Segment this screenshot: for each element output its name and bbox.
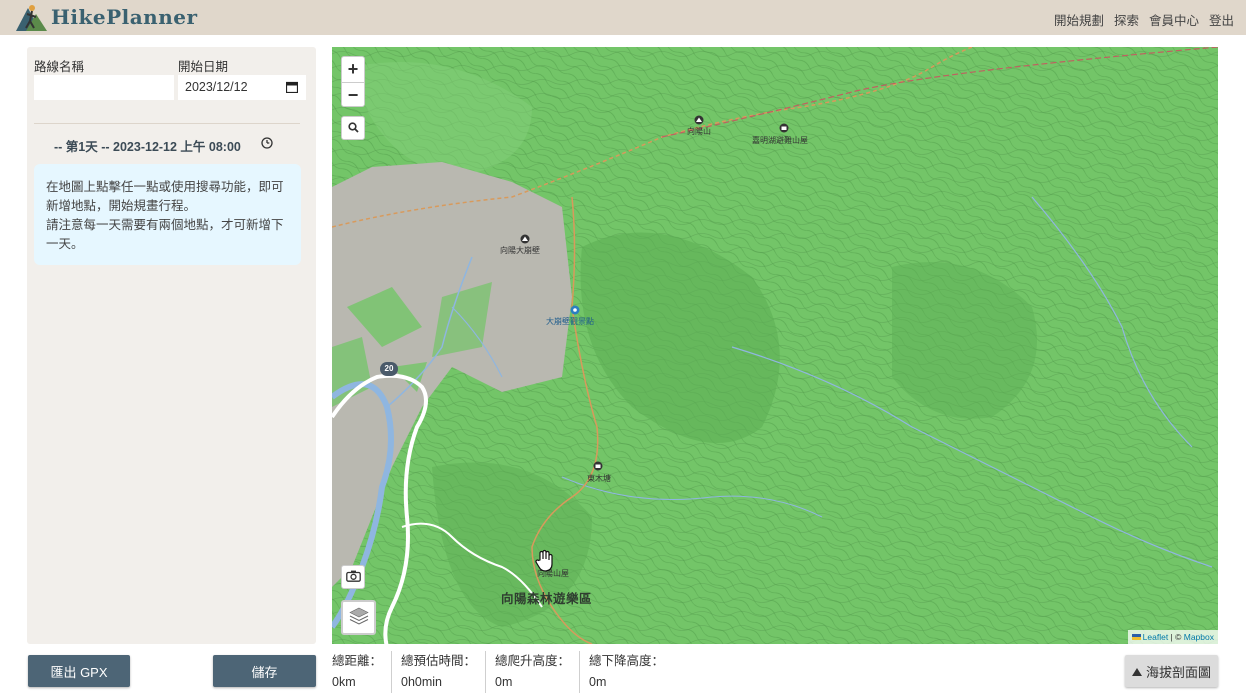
stat-value: 0km bbox=[332, 675, 356, 689]
layers-button[interactable] bbox=[341, 600, 376, 635]
stat-value: 0m bbox=[589, 675, 607, 689]
app-title[interactable]: HikePlanner bbox=[51, 5, 198, 29]
poi-label: 東木塘 bbox=[587, 474, 611, 483]
mapbox-link[interactable]: Mapbox bbox=[1184, 632, 1214, 642]
stat-value: 0h0min bbox=[401, 675, 443, 689]
stat-time: 總預估時間： 0h0min bbox=[391, 651, 485, 693]
map-view[interactable]: + − 向陽山 嘉明湖避難山屋 向陽大崩壁 大崩壁觀景點 東木塘 向陽山屋 向陽… bbox=[332, 47, 1218, 644]
poi-label: 大崩壁觀景點 bbox=[546, 317, 594, 326]
poi-hut-icon[interactable] bbox=[779, 121, 789, 136]
stat-ascent: 總爬升高度： 0m bbox=[485, 651, 579, 693]
map-search-button[interactable] bbox=[341, 116, 365, 140]
screenshot-button[interactable] bbox=[341, 565, 365, 589]
hiker-logo-icon[interactable] bbox=[14, 2, 48, 35]
triangle-up-icon bbox=[1131, 664, 1142, 679]
route-name-input[interactable] bbox=[34, 75, 174, 100]
poi-label: 嘉明湖避難山屋 bbox=[752, 136, 808, 145]
stat-value: 0m bbox=[495, 675, 513, 689]
start-date-value: 2023/12/12 bbox=[185, 80, 248, 94]
clock-icon[interactable] bbox=[261, 137, 273, 152]
zoom-out-button[interactable]: − bbox=[342, 82, 364, 107]
stat-label: 總距離： bbox=[332, 654, 383, 668]
route-stats: 總距離： 0km 總預估時間： 0h0min 總爬升高度： 0m 總下降高度： … bbox=[332, 651, 673, 693]
stat-descent: 總下降高度： 0m bbox=[579, 651, 673, 693]
leaflet-flag-icon bbox=[1131, 634, 1141, 640]
zoom-in-button[interactable]: + bbox=[342, 57, 364, 82]
poi-label: 向陽山 bbox=[687, 127, 711, 136]
hint-message: 在地圖上點擊任一點或使用搜尋功能，即可新增地點，開始規畫行程。 請注意每一天需要… bbox=[34, 164, 301, 265]
planner-sidebar: 路線名稱 開始日期 2023/12/12 -- 第1天 -- 2023-12-1… bbox=[27, 47, 316, 644]
zoom-control: + − bbox=[341, 56, 365, 107]
nav-explore[interactable]: 探索 bbox=[1114, 10, 1139, 29]
start-date-input[interactable]: 2023/12/12 bbox=[178, 75, 306, 100]
nav-logout[interactable]: 登出 bbox=[1209, 10, 1234, 29]
layers-icon bbox=[348, 607, 369, 628]
day-heading: -- 第1天 -- 2023-12-12 上午 08:00 bbox=[54, 140, 241, 154]
hint-line-2: 請注意每一天需要有兩個地點，才可新增下一天。 bbox=[46, 218, 284, 251]
camera-icon bbox=[345, 570, 361, 585]
export-gpx-button[interactable]: 匯出 GPX bbox=[28, 655, 130, 687]
leaflet-link[interactable]: Leaflet bbox=[1143, 632, 1169, 642]
main-nav: 開始規劃 探索 會員中心 登出 bbox=[1054, 10, 1234, 29]
sidebar-divider bbox=[34, 123, 300, 124]
hint-line-1: 在地圖上點擊任一點或使用搜尋功能，即可新增地點，開始規畫行程。 bbox=[46, 180, 284, 213]
save-button[interactable]: 儲存 bbox=[213, 655, 316, 687]
stat-distance: 總距離： 0km bbox=[332, 651, 391, 693]
top-navbar: HikePlanner 開始規劃 探索 會員中心 登出 bbox=[0, 0, 1246, 35]
nav-start-planning[interactable]: 開始規劃 bbox=[1054, 10, 1104, 29]
search-icon bbox=[347, 121, 359, 136]
stat-label: 總爬升高度： bbox=[495, 654, 571, 668]
stat-label: 總下降高度： bbox=[589, 654, 665, 668]
poi-label: 向陽大崩壁 bbox=[500, 246, 540, 255]
calendar-icon[interactable] bbox=[285, 81, 299, 96]
elevation-profile-button[interactable]: 海拔剖面圖 bbox=[1125, 655, 1218, 687]
attribution-separator: | © bbox=[1168, 632, 1184, 642]
road-shield: 20 bbox=[380, 362, 398, 376]
stat-label: 總預估時間： bbox=[401, 654, 477, 668]
elevation-profile-label: 海拔剖面圖 bbox=[1145, 664, 1211, 680]
map-attribution: Leaflet | © Mapbox bbox=[1127, 630, 1218, 644]
poi-hut-icon[interactable] bbox=[593, 459, 603, 474]
hand-cursor-icon bbox=[533, 549, 557, 576]
forest-area-label: 向陽森林遊樂區 bbox=[501, 592, 593, 606]
start-date-label: 開始日期 bbox=[178, 60, 229, 74]
route-name-label: 路線名稱 bbox=[34, 60, 85, 74]
nav-member-center[interactable]: 會員中心 bbox=[1149, 10, 1199, 29]
